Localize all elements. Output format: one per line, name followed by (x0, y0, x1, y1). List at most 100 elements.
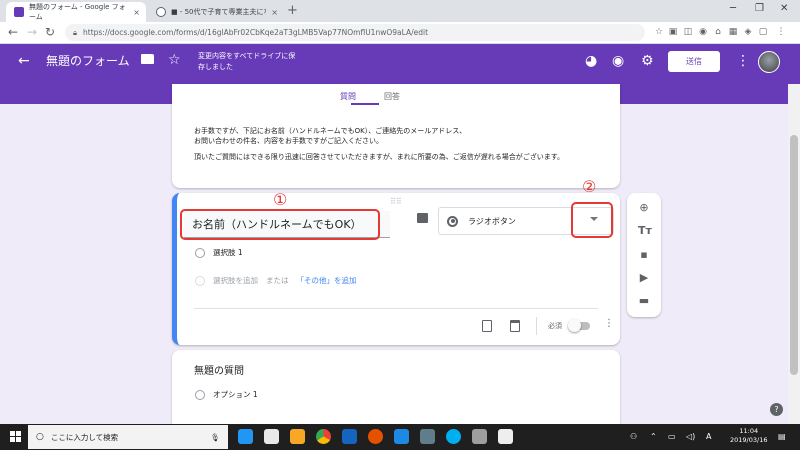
delete-icon[interactable] (510, 320, 520, 332)
tab-close-icon[interactable]: × (133, 8, 140, 17)
description-line: お手数ですが、下記にお名前（ハンドルネームでもOK）、ご連絡先のメールアドレス、 (194, 127, 467, 135)
annotation-number-2: ② (582, 177, 597, 196)
option-label[interactable]: 選択肢 1 (213, 247, 243, 258)
add-option-link[interactable]: 選択肢を追加 (213, 275, 258, 286)
question-more-icon[interactable]: ⋮ (604, 318, 614, 329)
task-view-icon[interactable] (238, 429, 253, 444)
send-button[interactable]: 送信 (668, 51, 720, 72)
browser-tab-forms[interactable]: 無題のフォーム - Google フォーム × (6, 2, 146, 22)
help-icon[interactable]: ? (770, 403, 783, 416)
question-footer-divider (194, 308, 598, 309)
notifications-icon[interactable]: ▤ (778, 432, 786, 441)
app-icon[interactable] (264, 429, 279, 444)
edge-icon[interactable] (342, 429, 357, 444)
preview-eye-icon[interactable]: ◉ (612, 53, 624, 69)
close-window-button[interactable]: ✕ (780, 3, 788, 14)
form-description[interactable]: お手数ですが、下記にお名前（ハンドルネームでもOK）、ご連絡先のメールアドレス、… (194, 126, 614, 162)
palette-icon[interactable]: ◕ (585, 53, 597, 69)
add-video-icon[interactable]: ▶ (638, 272, 650, 284)
tab-title: ■ - 50代で子育て専業主夫になっ… (171, 8, 266, 16)
folder-icon[interactable] (141, 54, 154, 64)
annotation-number-1: ① (273, 190, 288, 209)
add-section-icon[interactable]: ▬ (638, 295, 650, 307)
add-title-icon[interactable]: Tт (638, 225, 652, 237)
chrome-icon[interactable] (316, 429, 331, 444)
maximize-button[interactable]: ❐ (755, 3, 764, 14)
app-icon[interactable] (498, 429, 513, 444)
taskbar-search[interactable]: ○ ここに入力して検索 🎙︎ (28, 425, 228, 449)
description-line: お問い合わせの件名、内容をお手数ですがご記入ください。 (194, 137, 383, 145)
microphone-icon[interactable]: 🎙︎ (210, 433, 220, 442)
browser-menu-icon[interactable]: ⋮ (775, 26, 787, 38)
option-label[interactable]: オプション 1 (213, 389, 258, 400)
form-title[interactable]: 無題のフォーム (46, 52, 130, 69)
active-tab-indicator (351, 103, 379, 105)
add-image-icon[interactable] (417, 213, 428, 223)
volume-icon[interactable]: ◁) (686, 432, 695, 441)
taskbar-clock[interactable]: 11:04 2019/03/16 (730, 427, 767, 445)
extension-clip-icon[interactable]: ⌂ (712, 26, 724, 38)
clock-date: 2019/03/16 (730, 436, 768, 444)
search-placeholder: ここに入力して検索 (50, 432, 119, 442)
extension-shield-icon[interactable]: ▣ (667, 26, 679, 38)
new-tab-button[interactable]: + (287, 3, 298, 18)
add-image-icon[interactable]: ▪ (638, 249, 650, 261)
tab-close-icon[interactable]: × (271, 8, 278, 17)
lock-icon: 🔒︎ (73, 27, 77, 37)
duplicate-icon[interactable] (482, 320, 492, 332)
ime-icon[interactable]: A (706, 432, 711, 441)
radio-icon (195, 275, 205, 286)
people-icon[interactable]: ⚇ (630, 432, 637, 441)
reload-icon[interactable]: ↻ (45, 25, 55, 39)
radio-icon (195, 247, 205, 258)
add-other-link[interactable]: 「その他」を追加 (297, 275, 357, 286)
settings-gear-icon[interactable]: ⚙ (641, 53, 654, 69)
annotation-box-1 (180, 209, 380, 240)
tab-responses[interactable]: 回答 (384, 91, 400, 102)
extension-grid-icon[interactable]: ▦ (727, 26, 739, 38)
drag-handle-icon[interactable]: ⠿⠿ (390, 197, 402, 206)
back-icon[interactable]: ← (18, 53, 30, 69)
question-title[interactable]: 無題の質問 (194, 362, 244, 377)
clock-time: 11:04 (739, 427, 759, 435)
bookmark-star-icon[interactable]: ☆ (653, 26, 665, 38)
app-icon[interactable] (420, 429, 435, 444)
tab-title: 無題のフォーム - Google フォーム (29, 3, 126, 21)
avatar[interactable] (758, 51, 780, 73)
add-option-row: 選択肢を追加 または 「その他」を追加 (195, 275, 357, 286)
option-row[interactable]: オプション 1 (195, 389, 258, 400)
extension-translate-icon[interactable]: ◫ (682, 26, 694, 38)
extension-box-icon[interactable]: ▢ (757, 26, 769, 38)
add-question-icon[interactable]: ⊕ (638, 202, 650, 214)
windows-start-icon[interactable] (10, 431, 21, 444)
minimize-button[interactable]: ─ (730, 3, 736, 14)
url-text: https://docs.google.com/forms/d/16glAbFr… (83, 28, 429, 37)
forms-favicon-icon (14, 7, 24, 17)
question-type-label: ラジオボタン (468, 216, 516, 226)
tab-questions[interactable]: 質問 (340, 91, 356, 102)
browser-tab-blog[interactable]: ■ - 50代で子育て専業主夫になっ… × (148, 2, 284, 22)
blog-favicon-icon (156, 7, 166, 17)
radio-type-icon (447, 215, 458, 227)
search-icon: ○ (36, 432, 44, 442)
network-icon[interactable]: ▭ (668, 432, 676, 441)
app-icon[interactable] (472, 429, 487, 444)
option-row[interactable]: 選択肢 1 (195, 247, 243, 258)
file-explorer-icon[interactable] (290, 429, 305, 444)
radio-icon (195, 389, 205, 400)
required-toggle-knob[interactable] (568, 319, 581, 332)
tray-chevron-icon[interactable]: ⌃ (650, 432, 657, 441)
annotation-box-2 (571, 202, 613, 238)
back-arrow-icon[interactable]: ← (8, 25, 18, 39)
description-line: 頂いたご質問にはできる限り迅速に回答させていただきますが、まれに所要の為、ご返信… (194, 153, 565, 161)
scrollbar-thumb[interactable] (790, 135, 798, 375)
ie-icon[interactable] (394, 429, 409, 444)
extension-circle-icon[interactable]: ◉ (697, 26, 709, 38)
firefox-icon[interactable] (368, 429, 383, 444)
more-options-icon[interactable]: ⋮ (736, 53, 750, 69)
skype-icon[interactable] (446, 429, 461, 444)
address-bar[interactable]: 🔒︎ https://docs.google.com/forms/d/16glA… (65, 24, 645, 41)
forward-arrow-icon[interactable]: → (27, 25, 37, 39)
star-icon[interactable]: ☆ (168, 52, 181, 68)
extension-puzzle-icon[interactable]: ◈ (742, 26, 754, 38)
